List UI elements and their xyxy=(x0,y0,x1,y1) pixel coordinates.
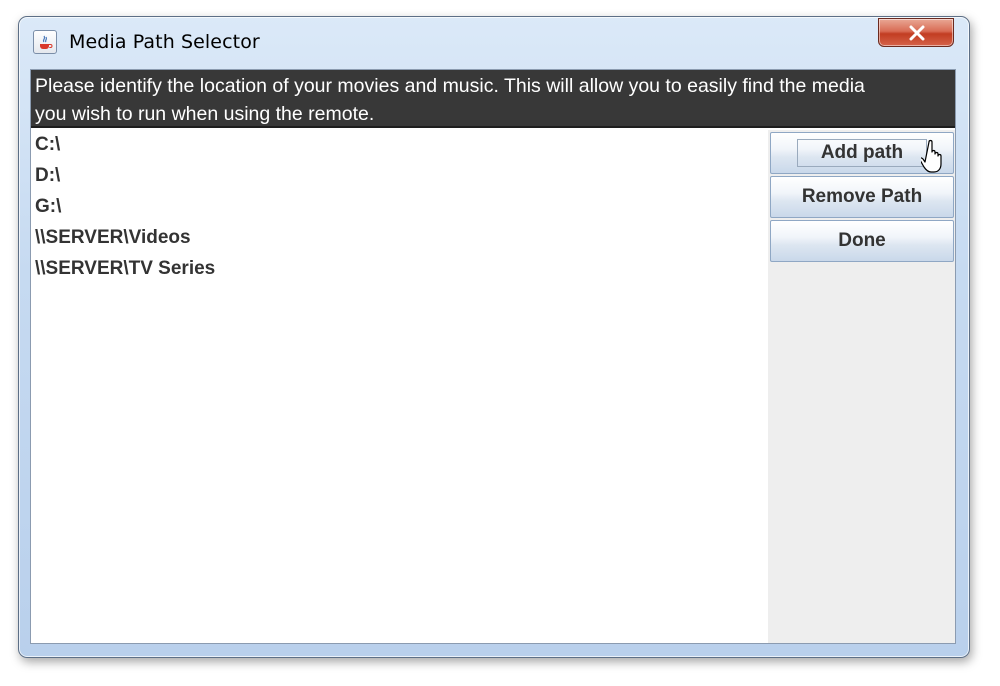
done-label: Done xyxy=(838,230,886,251)
java-cup-icon[interactable] xyxy=(33,30,57,54)
list-item-path[interactable]: \\SERVER\Videos xyxy=(35,227,191,249)
window-title: Media Path Selector xyxy=(69,31,260,53)
close-button[interactable] xyxy=(878,18,954,47)
instruction-line-2: you wish to run when using the remote. xyxy=(35,103,375,125)
remove-path-label: Remove Path xyxy=(801,186,923,207)
done-button[interactable]: Done xyxy=(770,220,954,262)
list-item-path[interactable]: C:\ xyxy=(35,134,60,156)
title-bar[interactable]: Media Path Selector xyxy=(19,17,969,69)
list-item-path[interactable]: \\SERVER\TV Series xyxy=(35,258,215,280)
instruction-banner: Please identify the location of your mov… xyxy=(31,70,955,128)
instruction-line-1: Please identify the location of your mov… xyxy=(35,75,865,97)
dialog-content: Please identify the location of your mov… xyxy=(30,69,956,644)
mouse-pointer-icon xyxy=(919,139,945,182)
remove-path-button[interactable]: Remove Path xyxy=(770,176,954,218)
path-list[interactable]: C:\ D:\ G:\ \\SERVER\Videos \\SERVER\TV … xyxy=(31,130,768,643)
list-item-path[interactable]: D:\ xyxy=(35,165,60,187)
add-path-label: Add path xyxy=(820,142,904,163)
close-x-icon xyxy=(909,25,925,41)
button-panel: Add path Remove Path Done xyxy=(768,130,955,643)
media-path-selector-window: Media Path Selector Please identify the … xyxy=(18,16,970,658)
list-item-path[interactable]: G:\ xyxy=(35,196,61,218)
